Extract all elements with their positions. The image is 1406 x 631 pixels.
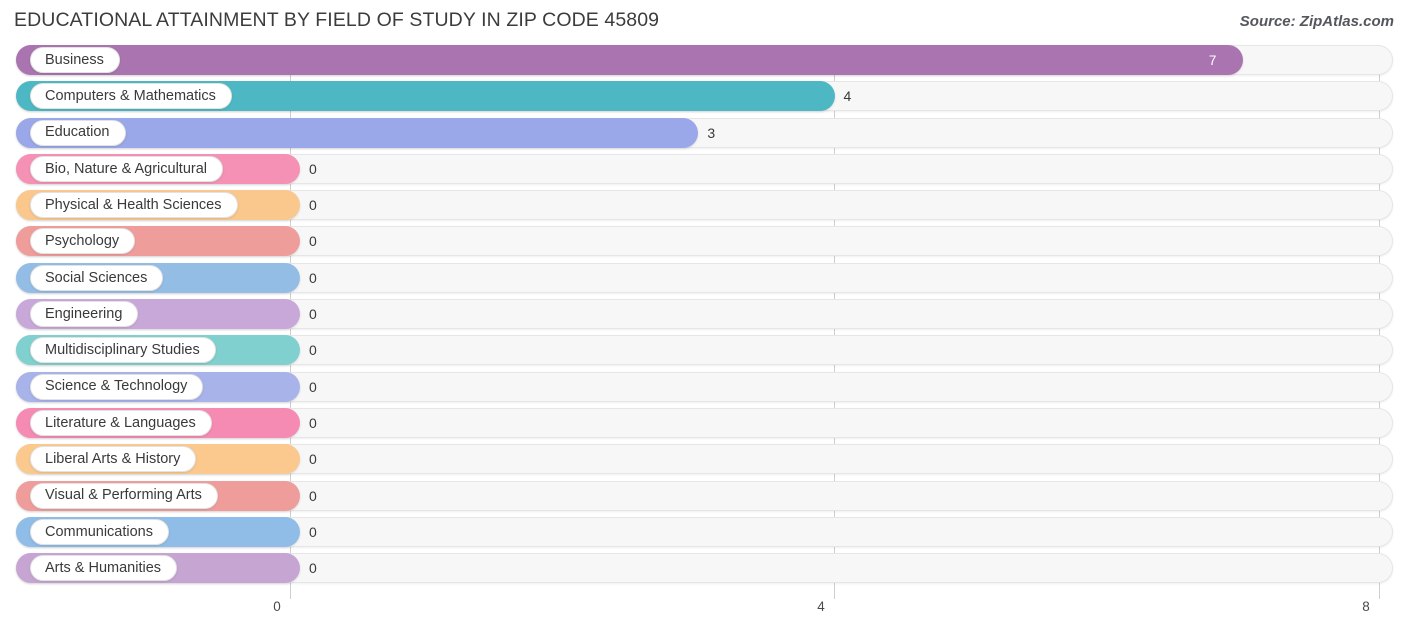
category-label-pill: Liberal Arts & History	[30, 446, 197, 473]
category-label-pill: Literature & Languages	[30, 409, 212, 436]
category-label-pill: Visual & Performing Arts	[30, 482, 218, 509]
bar-value-label: 0	[309, 233, 317, 250]
category-label: Psychology	[45, 233, 120, 250]
category-label-pill: Engineering	[30, 301, 139, 328]
bar-row[interactable]: Physical & Health Sciences 0	[0, 190, 1406, 221]
category-label: Engineering	[45, 305, 123, 322]
category-label-pill: Education	[30, 119, 126, 146]
category-label: Literature & Languages	[45, 414, 196, 431]
bar[interactable]	[16, 45, 1243, 75]
bar-row[interactable]: Psychology 0	[0, 226, 1406, 257]
bar-row[interactable]: Science & Technology 0	[0, 371, 1406, 402]
bar-value-label: 0	[309, 560, 317, 577]
bar-row[interactable]: Engineering 0	[0, 299, 1406, 330]
category-label: Communications	[45, 523, 153, 540]
category-label: Social Sciences	[45, 269, 148, 286]
bar-value-label: 0	[309, 523, 317, 540]
category-label-pill: Physical & Health Sciences	[30, 192, 238, 219]
bar-rows: Business 7 Computers & Mathematics 4 Educati…	[0, 45, 1406, 589]
bar-value-label: 0	[309, 269, 317, 286]
bar-value-label: 0	[309, 378, 317, 395]
bar-value-label: 0	[309, 451, 317, 468]
page-title: EDUCATIONAL ATTAINMENT BY FIELD OF STUDY…	[14, 9, 660, 31]
bar-row[interactable]: Business 7	[0, 45, 1406, 75]
plot-area: Business 7 Computers & Mathematics 4 Educati…	[0, 45, 1406, 593]
category-label-pill: Science & Technology	[30, 373, 204, 400]
bar-row[interactable]: Visual & Performing Arts 0	[0, 480, 1406, 511]
bar-row[interactable]: Arts & Humanities 0	[0, 553, 1406, 584]
category-label: Arts & Humanities	[45, 559, 162, 576]
bar-value-label: 0	[309, 197, 317, 214]
category-label: Multidisciplinary Studies	[45, 342, 200, 359]
category-label: Science & Technology	[45, 378, 188, 395]
bar-value-label: 7	[1208, 52, 1217, 68]
bar-value-label: 0	[309, 342, 317, 359]
category-label: Business	[45, 51, 104, 68]
category-label-pill: Multidisciplinary Studies	[30, 337, 216, 364]
bar-row[interactable]: Computers & Mathematics 4	[0, 81, 1406, 112]
category-label-pill: Psychology	[30, 228, 136, 255]
bar-value-label: 3	[707, 124, 716, 141]
category-label: Liberal Arts & History	[45, 451, 181, 468]
bar-value-label: 0	[309, 487, 317, 504]
bar-row[interactable]: Literature & Languages 0	[0, 407, 1406, 438]
bar-row[interactable]: Multidisciplinary Studies 0	[0, 335, 1406, 366]
axis-tickmark	[290, 593, 291, 599]
bar-row[interactable]: Social Sciences 0	[0, 262, 1406, 293]
category-label: Computers & Mathematics	[45, 88, 216, 105]
category-label: Education	[45, 124, 110, 141]
category-label-pill: Social Sciences	[30, 264, 164, 291]
bar-row[interactable]: Liberal Arts & History 0	[0, 444, 1406, 475]
bar-value-label: 0	[309, 160, 317, 177]
axis-tickmark	[834, 593, 835, 599]
bar-row[interactable]: Education 3	[0, 117, 1406, 148]
category-label-pill: Communications	[30, 518, 169, 545]
source-attribution: Source: ZipAtlas.com	[1239, 13, 1394, 30]
category-label: Bio, Nature & Agricultural	[45, 160, 207, 177]
axis-tick-label: 4	[817, 599, 825, 614]
category-label-pill: Computers & Mathematics	[30, 83, 232, 110]
category-label-pill: Arts & Humanities	[30, 555, 178, 582]
axis-tick-label: 0	[273, 599, 281, 614]
bar-value-label: 4	[843, 88, 852, 105]
category-label-pill: Business	[30, 47, 120, 73]
x-axis: 0 4 8	[0, 593, 1406, 631]
bar-value-label: 0	[309, 414, 317, 431]
axis-tickmark	[1379, 593, 1380, 599]
chart-page: EDUCATIONAL ATTAINMENT BY FIELD OF STUDY…	[0, 0, 1406, 631]
category-label-pill: Bio, Nature & Agricultural	[30, 155, 223, 182]
category-label: Visual & Performing Arts	[45, 487, 202, 504]
category-label: Physical & Health Sciences	[45, 196, 222, 213]
bar-row[interactable]: Bio, Nature & Agricultural 0	[0, 153, 1406, 184]
bar-value-label: 0	[309, 306, 317, 323]
bar-row[interactable]: Communications 0	[0, 516, 1406, 547]
axis-tick-label: 8	[1362, 599, 1370, 614]
